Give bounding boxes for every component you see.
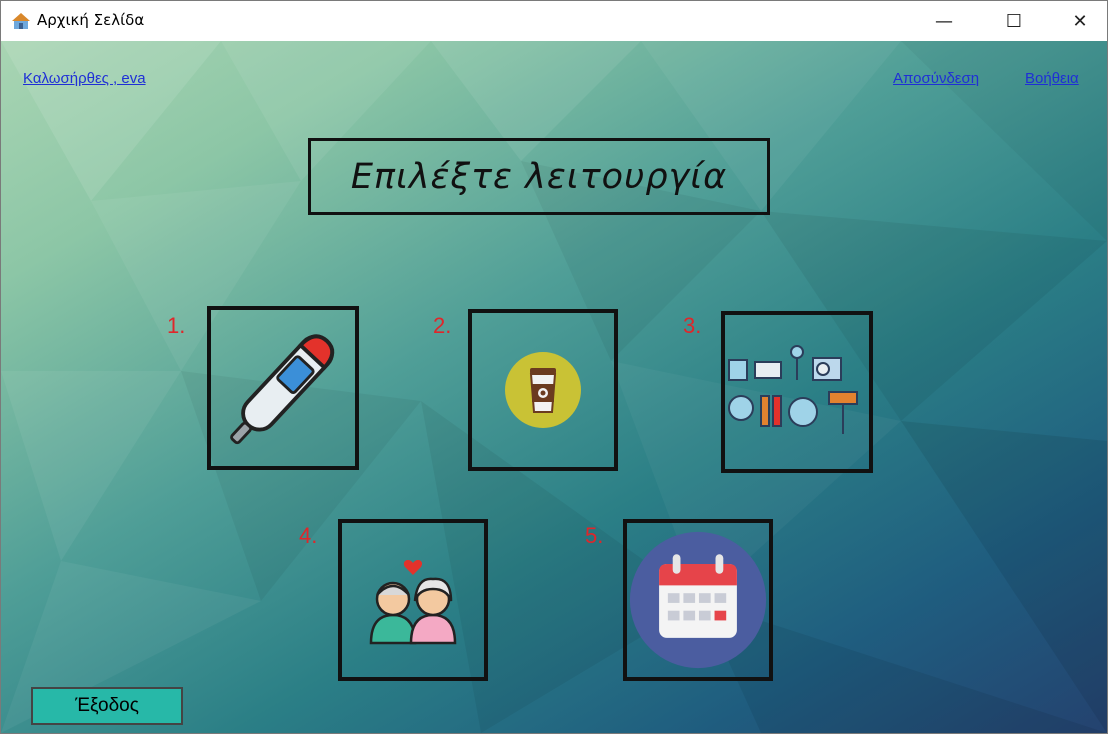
- minimize-button[interactable]: —: [921, 1, 967, 41]
- title-bar[interactable]: Αρχική Σελίδα — ☐ ✕: [1, 1, 1107, 41]
- tile-3-number: 3.: [683, 313, 702, 338]
- thermometer-tile[interactable]: [207, 306, 359, 470]
- help-link[interactable]: Βοήθεια: [1025, 70, 1079, 87]
- heading-text: Επιλέξτε λειτουργία: [350, 156, 728, 197]
- close-button[interactable]: ✕: [1057, 1, 1103, 41]
- coffee-tile[interactable]: [468, 309, 618, 471]
- app-window: Αρχική Σελίδα — ☐ ✕ Καλωσήρθες , eva Απο…: [0, 0, 1108, 734]
- home-icon: [12, 13, 30, 29]
- page-heading: Επιλέξτε λειτουργία: [308, 138, 770, 215]
- tile-1-number: 1.: [167, 313, 186, 338]
- tile-5-number: 5.: [585, 523, 604, 548]
- calendar-icon: [629, 531, 767, 669]
- tile-4-number: 4.: [299, 523, 318, 548]
- home-appliances-icon: [728, 345, 858, 434]
- welcome-link[interactable]: Καλωσήρθες , eva: [23, 70, 146, 87]
- tile-2-number: 2.: [433, 313, 452, 338]
- elderly-couple-tile[interactable]: [338, 519, 488, 681]
- logout-link[interactable]: Αποσύνδεση: [893, 70, 979, 87]
- calendar-tile[interactable]: [623, 519, 773, 681]
- thermometer-icon: [230, 334, 335, 445]
- exit-button[interactable]: Έξοδος: [31, 687, 183, 725]
- window-title: Αρχική Σελίδα: [37, 11, 145, 29]
- appliances-tile[interactable]: [721, 311, 873, 473]
- main-panel: Καλωσήρθες , eva Αποσύνδεση Βοήθεια Επιλ…: [1, 41, 1107, 733]
- elderly-couple-icon: [369, 560, 457, 645]
- coffee-cup-icon: [505, 352, 581, 428]
- maximize-button[interactable]: ☐: [991, 1, 1037, 41]
